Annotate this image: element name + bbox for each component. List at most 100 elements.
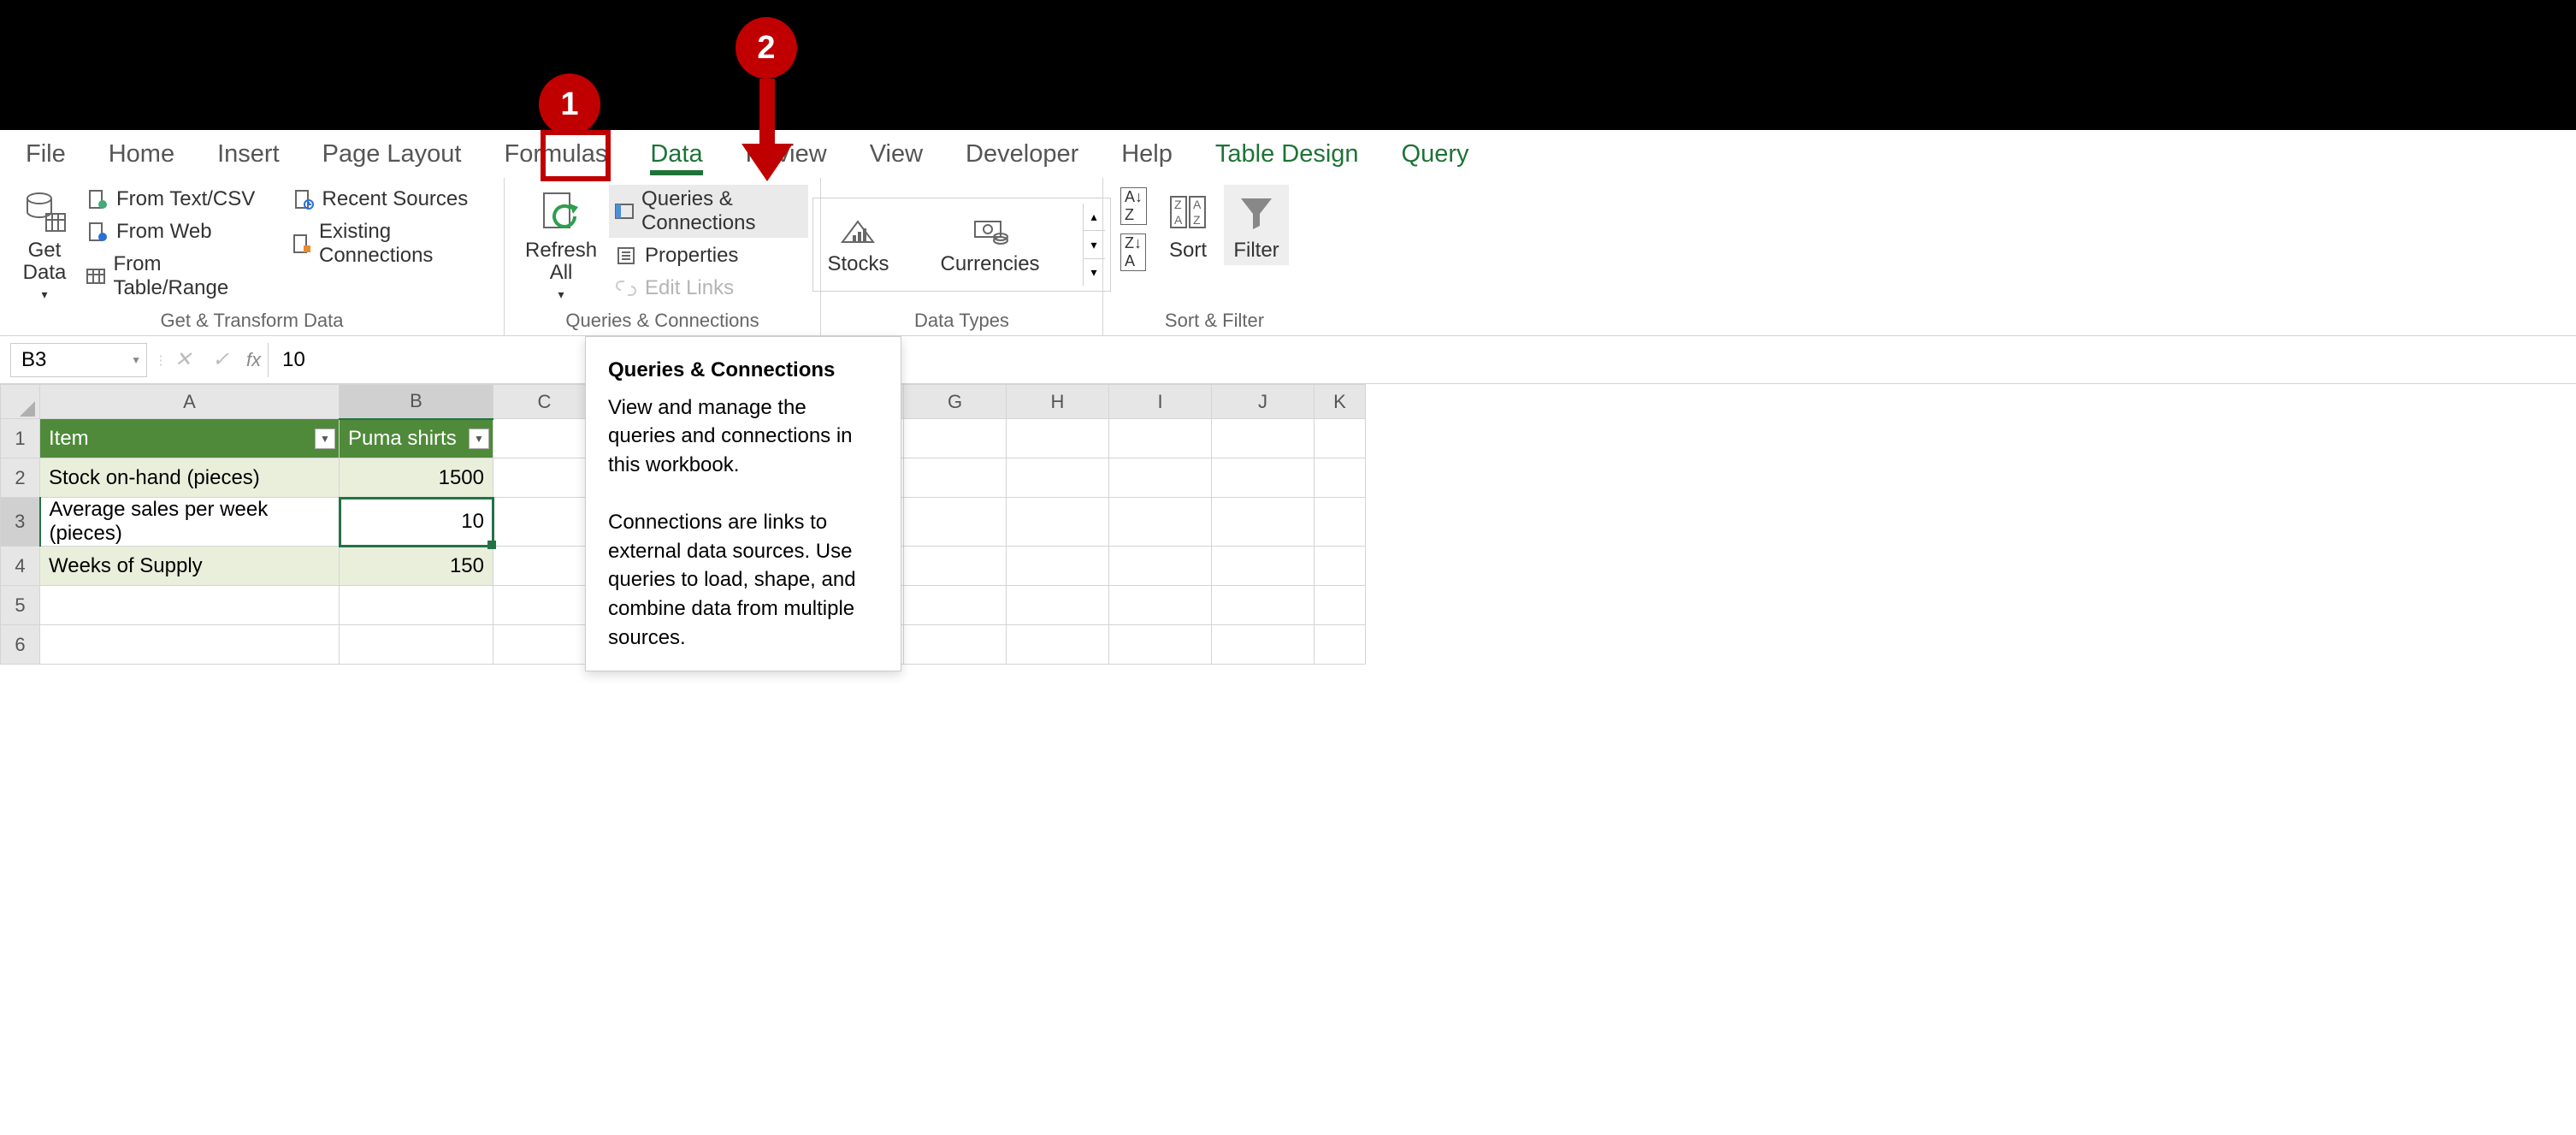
grid-cell[interactable]	[1007, 586, 1109, 625]
chevron-down-icon[interactable]: ▼	[131, 354, 141, 366]
grid-cell[interactable]	[1212, 458, 1315, 498]
tab-view[interactable]: View	[870, 140, 923, 168]
col-header-K[interactable]: K	[1315, 385, 1366, 419]
sort-button[interactable]: ZAAZ Sort	[1155, 185, 1220, 265]
grid-cell[interactable]	[493, 419, 596, 458]
grid-cell[interactable]	[1109, 547, 1212, 586]
grid-cell[interactable]	[904, 498, 1007, 547]
grid-cell[interactable]	[1212, 547, 1315, 586]
grid-cell[interactable]	[904, 625, 1007, 665]
select-all-corner[interactable]	[1, 385, 40, 419]
grid-cell[interactable]	[904, 458, 1007, 498]
tab-page-layout[interactable]: Page Layout	[322, 140, 462, 168]
filter-dropdown-icon[interactable]: ▼	[315, 429, 335, 449]
grid-cell[interactable]	[1315, 458, 1366, 498]
selected-cell[interactable]: 10	[340, 498, 493, 547]
sort-asc-button[interactable]: A↓Z	[1115, 185, 1152, 228]
table-header-puma[interactable]: Puma shirts▼	[340, 419, 493, 458]
col-header-G[interactable]: G	[904, 385, 1007, 419]
row-header-6[interactable]: 6	[1, 625, 40, 665]
row-header-5[interactable]: 5	[1, 586, 40, 625]
table-cell[interactable]: Weeks of Supply	[40, 547, 340, 586]
row-header-3[interactable]: 3	[1, 498, 40, 547]
grid-cell[interactable]	[1109, 419, 1212, 458]
grid-cell[interactable]	[1109, 586, 1212, 625]
grid-cell[interactable]	[1315, 547, 1366, 586]
grid-cell[interactable]	[1007, 547, 1109, 586]
col-header-J[interactable]: J	[1212, 385, 1315, 419]
grid-cell[interactable]	[40, 625, 340, 665]
row-header-2[interactable]: 2	[1, 458, 40, 498]
grid-cell[interactable]	[1109, 498, 1212, 547]
grid-cell[interactable]	[1315, 625, 1366, 665]
grid-cell[interactable]	[1109, 625, 1212, 665]
svg-text:A: A	[1193, 198, 1202, 211]
grid-cell[interactable]	[493, 547, 596, 586]
col-header-B[interactable]: B	[340, 385, 493, 419]
tab-query[interactable]: Query	[1402, 140, 1469, 168]
queries-connections-button[interactable]: Queries & Connections	[609, 185, 808, 238]
fx-icon[interactable]: fx	[239, 349, 268, 371]
gallery-up-button[interactable]: ▴	[1084, 204, 1105, 231]
grid-cell[interactable]	[493, 586, 596, 625]
col-header-I[interactable]: I	[1109, 385, 1212, 419]
sort-desc-button[interactable]: Z↓A	[1115, 231, 1152, 274]
grid-cell[interactable]	[1212, 625, 1315, 665]
tab-data[interactable]: Data	[650, 140, 702, 168]
grid-cell[interactable]	[1007, 625, 1109, 665]
refresh-all-button[interactable]: Refresh All ▾	[517, 185, 606, 304]
from-text-csv-button[interactable]: From Text/CSV	[80, 185, 266, 214]
grid-cell[interactable]	[1315, 419, 1366, 458]
grid-cell[interactable]	[1007, 458, 1109, 498]
tab-developer[interactable]: Developer	[966, 140, 1078, 168]
grid-cell[interactable]	[340, 625, 493, 665]
properties-button[interactable]: Properties	[609, 241, 808, 270]
existing-connections-button[interactable]: Existing Connections	[287, 217, 492, 270]
gallery-down-button[interactable]: ▾	[1084, 231, 1105, 258]
tab-insert[interactable]: Insert	[217, 140, 280, 168]
grid-cell[interactable]	[493, 625, 596, 665]
col-header-C[interactable]: C	[493, 385, 596, 419]
table-cell[interactable]: 150	[340, 547, 493, 586]
get-data-button[interactable]: Get Data ▾	[12, 185, 77, 304]
grid-cell[interactable]	[1212, 498, 1315, 547]
edit-links-label: Edit Links	[645, 276, 734, 300]
grid-cell[interactable]	[904, 547, 1007, 586]
tab-help[interactable]: Help	[1121, 140, 1173, 168]
grid-cell[interactable]	[340, 586, 493, 625]
grid-cell[interactable]	[40, 586, 340, 625]
row-header-4[interactable]: 4	[1, 547, 40, 586]
recent-sources-button[interactable]: Recent Sources	[287, 185, 492, 214]
grid-cell[interactable]	[1007, 419, 1109, 458]
gallery-more-button[interactable]: ▾	[1084, 259, 1105, 286]
table-header-item[interactable]: Item▼	[40, 419, 340, 458]
grid-cell[interactable]	[1007, 498, 1109, 547]
grid-cell[interactable]	[1315, 586, 1366, 625]
name-box[interactable]: B3 ▼	[10, 343, 147, 377]
tab-file[interactable]: File	[26, 140, 66, 168]
stocks-button[interactable]: Stocks	[818, 204, 897, 286]
table-cell[interactable]: 1500	[340, 458, 493, 498]
from-table-range-button[interactable]: From Table/Range	[80, 250, 266, 303]
enter-formula-button[interactable]: ✓	[202, 341, 239, 379]
grid-cell[interactable]	[1315, 498, 1366, 547]
col-header-A[interactable]: A	[40, 385, 340, 419]
cancel-formula-button[interactable]: ✕	[164, 341, 202, 379]
tab-home[interactable]: Home	[109, 140, 174, 168]
grid-cell[interactable]	[1212, 586, 1315, 625]
row-header-1[interactable]: 1	[1, 419, 40, 458]
currencies-button[interactable]: Currencies	[932, 204, 1049, 286]
col-header-H[interactable]: H	[1007, 385, 1109, 419]
tab-table-design[interactable]: Table Design	[1215, 140, 1359, 168]
grid-cell[interactable]	[493, 498, 596, 547]
grid-cell[interactable]	[904, 419, 1007, 458]
grid-cell[interactable]	[493, 458, 596, 498]
from-web-button[interactable]: From Web	[80, 217, 266, 246]
filter-button[interactable]: Filter	[1224, 185, 1289, 265]
filter-dropdown-icon[interactable]: ▼	[469, 429, 489, 449]
table-cell[interactable]: Average sales per week (pieces)	[40, 498, 340, 547]
table-cell[interactable]: Stock on-hand (pieces)	[40, 458, 340, 498]
grid-cell[interactable]	[1212, 419, 1315, 458]
grid-cell[interactable]	[904, 586, 1007, 625]
grid-cell[interactable]	[1109, 458, 1212, 498]
